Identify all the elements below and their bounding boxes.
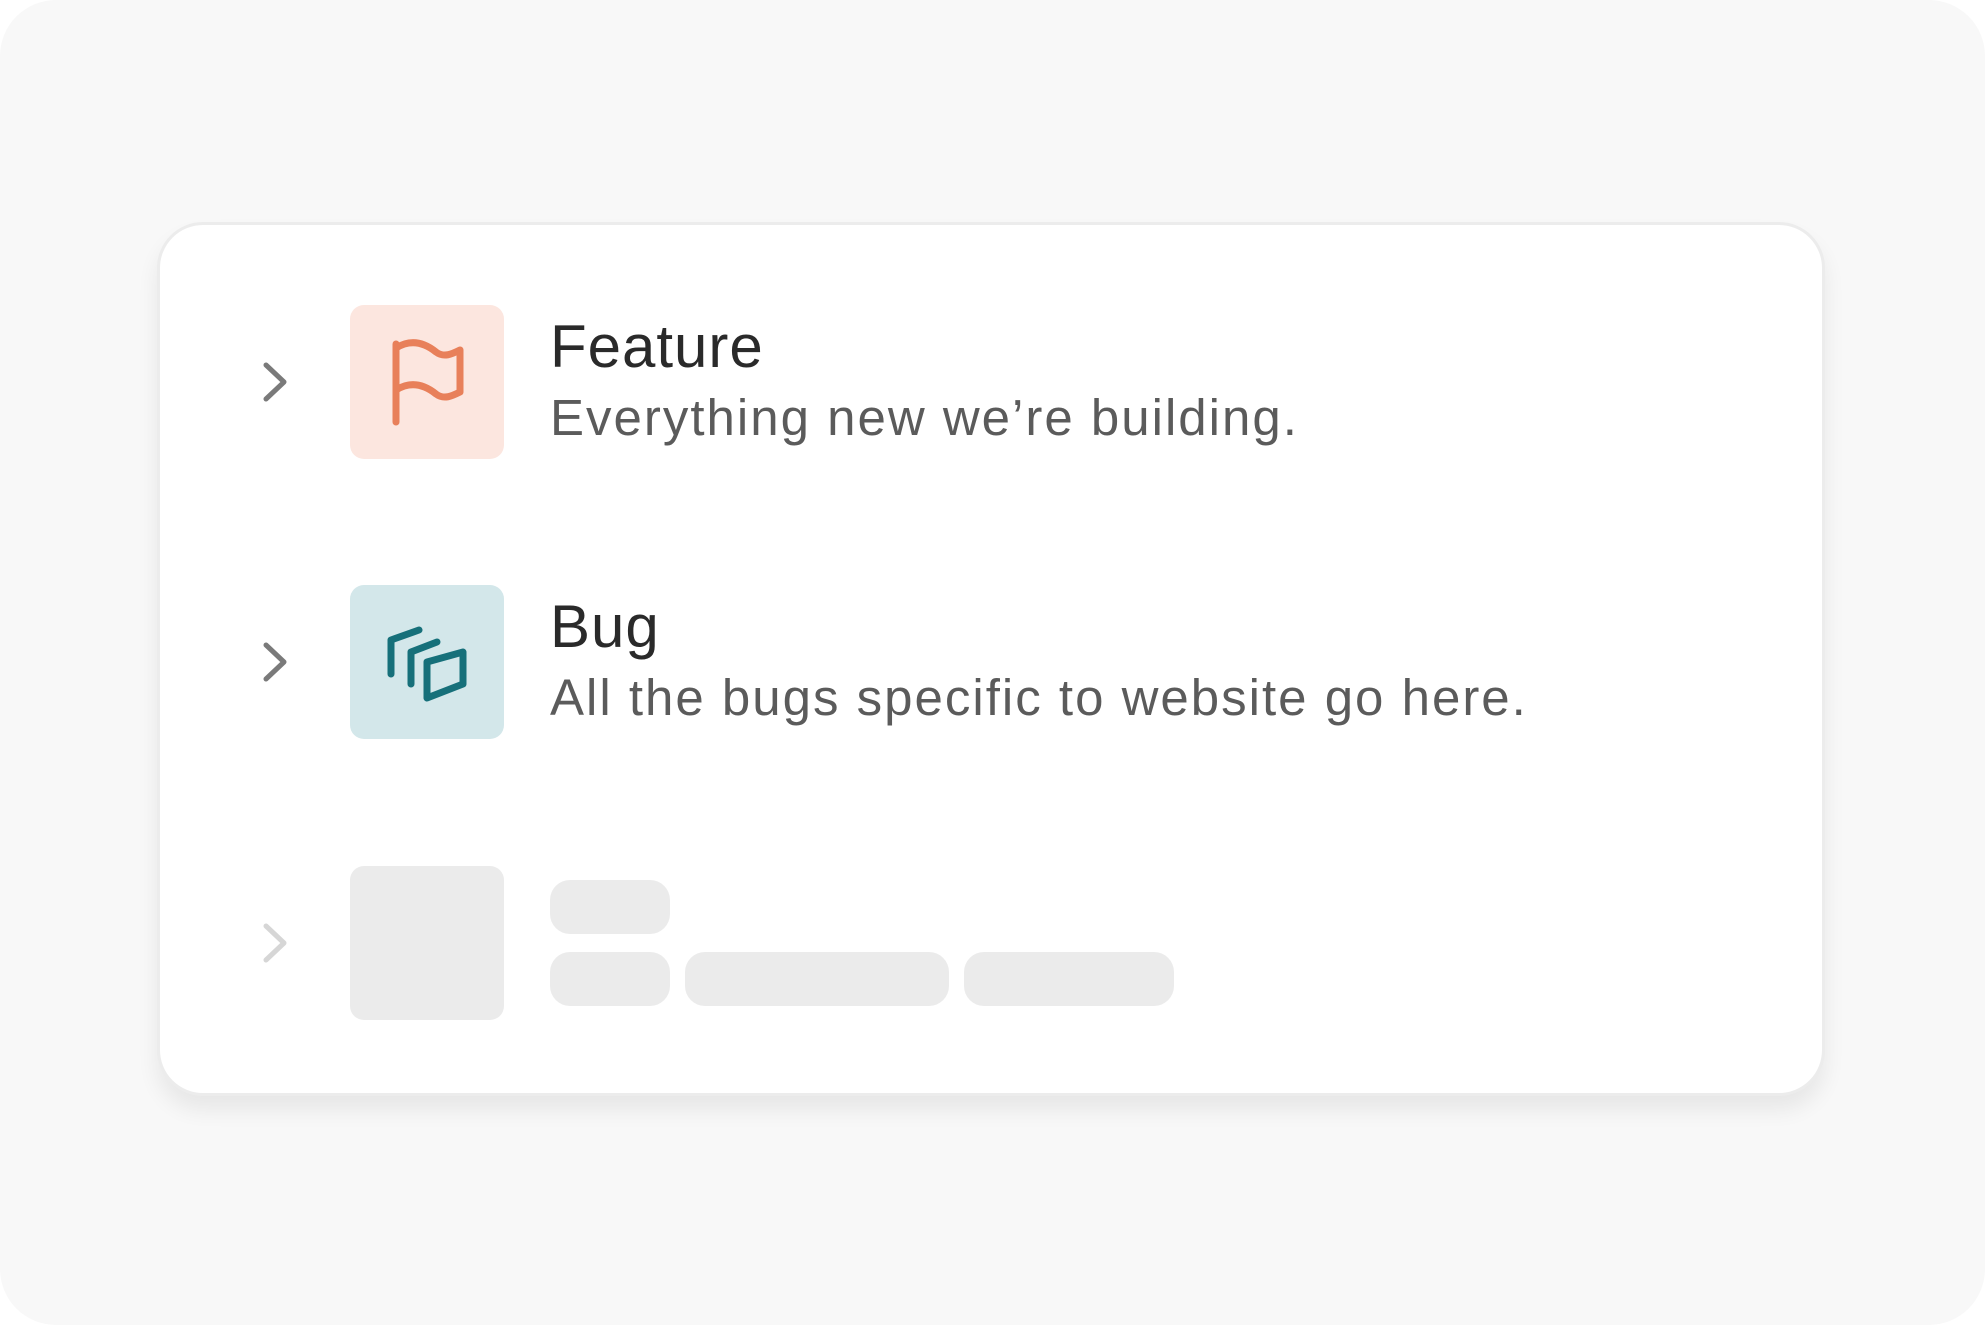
item-description: Everything new we’re building. xyxy=(550,389,1299,446)
item-title: Bug xyxy=(550,593,660,660)
skeleton-text-bar xyxy=(964,952,1174,1006)
item-title: Feature xyxy=(550,313,764,380)
category-list-card: Feature Everything new we’re building. B… xyxy=(157,222,1825,1096)
skeleton-text-bar xyxy=(550,952,670,1006)
item-description: All the bugs specific to website go here… xyxy=(550,669,1528,726)
skeleton-text-bar xyxy=(685,952,949,1006)
chevron-right-icon xyxy=(250,918,300,968)
feature-text: Feature Everything new we’re building. xyxy=(550,305,1782,459)
bug-text: Bug All the bugs specific to website go … xyxy=(550,585,1782,739)
skeleton-title-bar xyxy=(550,880,670,934)
bug-icon-tile xyxy=(350,585,504,739)
list-item-skeleton xyxy=(160,866,1822,1020)
skeleton-icon-tile xyxy=(350,866,504,1020)
chevron-right-icon[interactable] xyxy=(250,637,300,687)
list-item-feature[interactable]: Feature Everything new we’re building. xyxy=(160,305,1822,459)
chevron-right-icon[interactable] xyxy=(250,357,300,407)
feature-icon-tile xyxy=(350,305,504,459)
list-item-bug[interactable]: Bug All the bugs specific to website go … xyxy=(160,585,1822,739)
flag-icon xyxy=(382,330,472,435)
stacked-squares-icon xyxy=(377,610,477,715)
page-background: Feature Everything new we’re building. B… xyxy=(0,0,1985,1325)
